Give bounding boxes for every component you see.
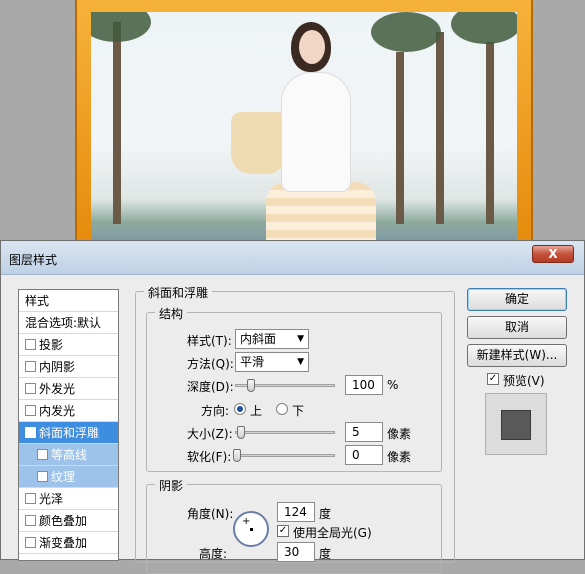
bevel-emboss-title: 斜面和浮雕 bbox=[144, 284, 213, 301]
ok-button[interactable]: 确定 bbox=[467, 288, 567, 311]
dial-center bbox=[250, 528, 253, 531]
size-slider-thumb[interactable] bbox=[237, 426, 245, 439]
style-item-gradient-overlay[interactable]: 渐变叠加 bbox=[19, 532, 118, 554]
palm-trunk bbox=[436, 32, 444, 232]
checkbox[interactable] bbox=[37, 449, 48, 460]
crosshair-icon: + bbox=[242, 516, 251, 527]
palm-leaves bbox=[451, 12, 517, 44]
depth-input[interactable]: 100 bbox=[345, 375, 383, 395]
style-item-label: 内阴影 bbox=[39, 360, 76, 374]
soften-slider[interactable] bbox=[235, 454, 335, 457]
technique-select[interactable]: 平滑 ▼ bbox=[235, 352, 309, 372]
style-item-satin[interactable]: 光泽 bbox=[19, 488, 118, 510]
chevron-down-icon: ▼ bbox=[297, 357, 304, 367]
depth-slider-thumb[interactable] bbox=[247, 379, 255, 392]
style-item-label: 纹理 bbox=[51, 470, 76, 484]
canvas-photo bbox=[91, 12, 517, 252]
style-item-label: 颜色叠加 bbox=[39, 514, 88, 528]
style-item-color-overlay[interactable]: 颜色叠加 bbox=[19, 510, 118, 532]
style-select[interactable]: 内斜面 ▼ bbox=[235, 329, 309, 349]
style-item-label: 等高线 bbox=[51, 448, 88, 462]
structure-group: 结构 样式(T): 内斜面 ▼ 方法(Q): 平滑 ▼ 深度(D): 100 %… bbox=[146, 305, 442, 472]
layer-style-dialog: 图层样式 X 样式 混合选项:默认 投影 内阴影 外发光 内发光 ✓ 斜面和浮雕 … bbox=[0, 240, 585, 574]
style-item-label: 内发光 bbox=[39, 404, 76, 418]
checkbox[interactable] bbox=[25, 537, 36, 548]
altitude-unit: 度 bbox=[319, 547, 332, 561]
style-item-bevel-emboss[interactable]: ✓ 斜面和浮雕 bbox=[19, 422, 118, 444]
style-select-value: 内斜面 bbox=[240, 332, 277, 346]
global-light-checkbox[interactable]: ✓ bbox=[277, 525, 289, 537]
cancel-button[interactable]: 取消 bbox=[467, 316, 567, 339]
depth-label: 深度(D): bbox=[187, 380, 234, 394]
palm-trunk bbox=[113, 22, 121, 232]
style-item-contour[interactable]: 等高线 bbox=[19, 444, 118, 466]
direction-up-radio[interactable] bbox=[234, 403, 246, 415]
direction-up-label[interactable]: 上 bbox=[250, 402, 262, 419]
close-button[interactable]: X bbox=[532, 245, 574, 263]
altitude-input[interactable]: 30 bbox=[277, 542, 315, 562]
checkbox[interactable] bbox=[25, 515, 36, 526]
size-slider[interactable] bbox=[235, 431, 335, 434]
structure-title: 结构 bbox=[155, 305, 188, 322]
style-item-label: 光泽 bbox=[39, 492, 64, 506]
style-item-inner-glow[interactable]: 内发光 bbox=[19, 400, 118, 422]
technique-label: 方法(Q): bbox=[187, 357, 234, 371]
dialog-title: 图层样式 bbox=[9, 253, 58, 267]
direction-label: 方向: bbox=[201, 404, 230, 418]
size-unit: 像素 bbox=[387, 427, 412, 441]
style-item-label: 渐变叠加 bbox=[39, 536, 88, 550]
shading-group: 阴影 角度(N): + 124 度 ✓ 使用全局光(G) 高度: 30 度 bbox=[146, 477, 442, 574]
style-item-outer-glow[interactable]: 外发光 bbox=[19, 378, 118, 400]
checkbox[interactable] bbox=[25, 361, 36, 372]
style-item-texture[interactable]: 纹理 bbox=[19, 466, 118, 488]
direction-down-radio[interactable] bbox=[276, 403, 288, 415]
soften-input[interactable]: 0 bbox=[345, 445, 383, 465]
style-item-drop-shadow[interactable]: 投影 bbox=[19, 334, 118, 356]
dialog-titlebar[interactable]: 图层样式 X bbox=[1, 241, 584, 275]
bevel-emboss-group: 斜面和浮雕 结构 样式(T): 内斜面 ▼ 方法(Q): 平滑 ▼ 深度(D):… bbox=[135, 284, 455, 574]
altitude-label: 高度: bbox=[199, 547, 228, 561]
chevron-down-icon: ▼ bbox=[297, 334, 304, 344]
technique-select-value: 平滑 bbox=[240, 355, 265, 369]
size-input[interactable]: 5 bbox=[345, 422, 383, 442]
preview-label[interactable]: 预览(V) bbox=[503, 372, 545, 389]
soften-slider-thumb[interactable] bbox=[233, 449, 241, 462]
handbag bbox=[231, 112, 287, 174]
preview-checkbox[interactable]: ✓ bbox=[487, 373, 499, 385]
angle-dial[interactable]: + bbox=[233, 511, 269, 547]
angle-label: 角度(N): bbox=[187, 507, 234, 521]
woman-face bbox=[299, 30, 325, 64]
checkbox[interactable] bbox=[25, 383, 36, 394]
angle-unit: 度 bbox=[319, 507, 332, 521]
blending-options-item[interactable]: 混合选项:默认 bbox=[19, 312, 118, 334]
direction-down-label[interactable]: 下 bbox=[292, 402, 304, 419]
palm-trunk bbox=[396, 52, 404, 232]
new-style-button[interactable]: 新建样式(W)... bbox=[467, 344, 567, 367]
style-item-label: 斜面和浮雕 bbox=[39, 426, 100, 440]
style-list-header[interactable]: 样式 bbox=[19, 290, 118, 312]
depth-unit: % bbox=[387, 378, 399, 392]
checkbox[interactable] bbox=[25, 339, 36, 350]
checkbox-checked[interactable]: ✓ bbox=[25, 427, 36, 438]
palm-leaves bbox=[91, 12, 151, 42]
soften-unit: 像素 bbox=[387, 450, 412, 464]
style-label: 样式(T): bbox=[187, 334, 232, 348]
shading-title: 阴影 bbox=[155, 477, 188, 494]
checkbox[interactable] bbox=[25, 493, 36, 504]
style-list: 样式 混合选项:默认 投影 内阴影 外发光 内发光 ✓ 斜面和浮雕 等高线 纹理 … bbox=[18, 289, 119, 561]
style-item-label: 投影 bbox=[39, 338, 64, 352]
size-label: 大小(Z): bbox=[187, 427, 233, 441]
woman-body bbox=[281, 72, 351, 192]
global-light-label[interactable]: 使用全局光(G) bbox=[293, 524, 372, 541]
checkbox[interactable] bbox=[37, 471, 48, 482]
angle-input[interactable]: 124 bbox=[277, 502, 315, 522]
soften-label: 软化(F): bbox=[187, 450, 232, 464]
palm-trunk bbox=[486, 42, 494, 232]
style-item-label: 外发光 bbox=[39, 382, 76, 396]
palm-leaves bbox=[371, 12, 441, 52]
preview-swatch bbox=[501, 410, 531, 440]
preview-box bbox=[485, 393, 547, 455]
style-item-inner-shadow[interactable]: 内阴影 bbox=[19, 356, 118, 378]
checkbox[interactable] bbox=[25, 405, 36, 416]
